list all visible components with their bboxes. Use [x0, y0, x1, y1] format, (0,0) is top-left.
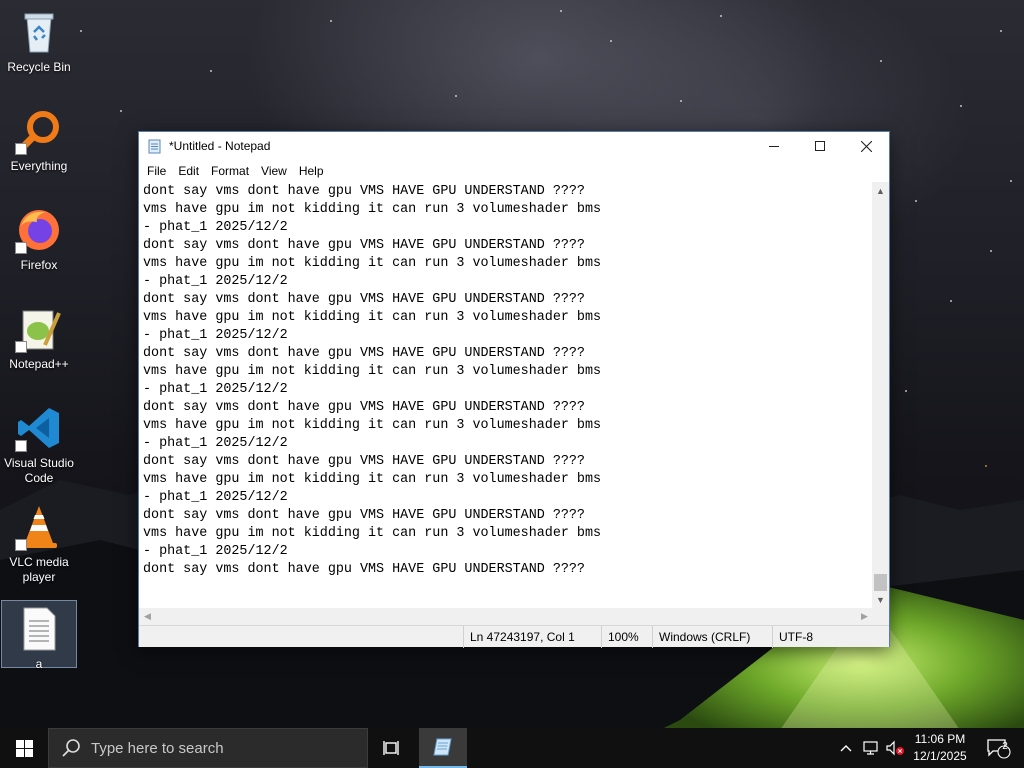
title-bar[interactable]: *Untitled - Notepad	[139, 132, 889, 160]
minimize-button[interactable]	[751, 132, 797, 160]
editor-line: dont say vms dont have gpu VMS HAVE GPU …	[143, 292, 585, 307]
scroll-right-arrow-icon[interactable]: ▶	[856, 608, 873, 625]
desktop-icon-notepadpp[interactable]: Notepad++	[2, 301, 76, 393]
clock-date: 12/1/2025	[913, 749, 967, 763]
shortcut-arrow-icon	[15, 341, 27, 353]
status-zoom: 100%	[601, 626, 652, 648]
text-editor-area[interactable]: dont say vms dont have gpu VMS HAVE GPU …	[139, 182, 873, 608]
scroll-up-arrow-icon[interactable]: ▲	[872, 182, 889, 199]
horizontal-scrollbar[interactable]: ◀ ▶	[139, 608, 873, 625]
menu-format[interactable]: Format	[205, 160, 255, 182]
volume-muted-icon	[886, 740, 904, 756]
menu-file[interactable]: File	[141, 160, 172, 182]
editor-line: dont say vms dont have gpu VMS HAVE GPU …	[143, 454, 585, 469]
shortcut-arrow-icon	[15, 143, 27, 155]
desktop-icon-recycle-bin[interactable]: Recycle Bin	[2, 4, 76, 96]
recycle-bin-icon	[15, 8, 63, 56]
text-file-icon	[15, 605, 63, 653]
desktop-icon-label: Visual Studio Code	[4, 456, 74, 485]
search-placeholder: Type here to search	[91, 739, 224, 757]
desktop-icon-label: a	[35, 657, 43, 671]
editor-line: - phat_1 2025/12/2	[143, 436, 288, 451]
vertical-scrollbar[interactable]: ▲ ▼	[872, 182, 889, 608]
editor-line: - phat_1 2025/12/2	[143, 274, 288, 289]
notepad-plus-plus-icon	[15, 305, 63, 353]
maximize-icon	[815, 141, 825, 151]
editor-line: vms have gpu im not kidding it can run 3…	[143, 256, 602, 271]
status-line-ending: Windows (CRLF)	[652, 626, 772, 648]
desktop-icon-label: Recycle Bin	[7, 60, 71, 74]
volume-button[interactable]	[884, 728, 906, 768]
editor-line: - phat_1 2025/12/2	[143, 490, 288, 505]
editor-line: vms have gpu im not kidding it can run 3…	[143, 310, 602, 325]
editor-line: - phat_1 2025/12/2	[143, 544, 288, 559]
vscode-icon	[15, 404, 63, 452]
status-cursor-position: Ln 47243197, Col 1	[463, 626, 601, 648]
network-icon	[863, 741, 878, 755]
desktop-icon-vscode[interactable]: Visual Studio Code	[2, 400, 76, 492]
editor-line: vms have gpu im not kidding it can run 3…	[143, 472, 602, 487]
menu-bar: File Edit Format View Help	[139, 160, 889, 182]
desktop-icon-everything[interactable]: Everything	[2, 103, 76, 195]
editor-line: dont say vms dont have gpu VMS HAVE GPU …	[143, 346, 585, 361]
scroll-left-arrow-icon[interactable]: ◀	[139, 608, 156, 625]
network-button[interactable]	[860, 728, 882, 768]
close-button[interactable]	[843, 132, 889, 160]
menu-view[interactable]: View	[255, 160, 293, 182]
editor-line: vms have gpu im not kidding it can run 3…	[143, 526, 602, 541]
status-bar: Ln 47243197, Col 1 100% Windows (CRLF) U…	[139, 625, 889, 648]
vertical-scroll-thumb[interactable]	[874, 574, 887, 591]
scroll-down-arrow-icon[interactable]: ▼	[872, 591, 889, 608]
menu-edit[interactable]: Edit	[172, 160, 205, 182]
desktop-icon-file-a[interactable]: a	[1, 600, 77, 671]
menu-help[interactable]: Help	[293, 160, 330, 182]
close-icon	[860, 140, 872, 152]
window-title: *Untitled - Notepad	[169, 139, 271, 153]
chevron-up-icon	[840, 745, 852, 752]
editor-line: dont say vms dont have gpu VMS HAVE GPU …	[143, 508, 585, 523]
editor-line: dont say vms dont have gpu VMS HAVE GPU …	[143, 562, 585, 577]
scrollbar-corner	[872, 608, 889, 625]
desktop-icon-label: Firefox	[20, 258, 58, 272]
taskbar: Type here to search 11:06 PM 12/1/2025 2	[0, 728, 1024, 768]
desktop-icon-firefox[interactable]: Firefox	[2, 202, 76, 294]
action-center-button[interactable]: 2	[978, 728, 1018, 768]
desktop-icon-label: VLC media player	[9, 555, 69, 584]
notepad-icon	[433, 738, 452, 756]
shortcut-arrow-icon	[15, 242, 27, 254]
task-view-icon	[383, 741, 399, 755]
desktop-icon-label: Everything	[10, 159, 68, 173]
shortcut-arrow-icon	[15, 539, 27, 551]
clock-time: 11:06 PM	[914, 732, 966, 746]
start-button[interactable]	[0, 728, 48, 768]
windows-logo-icon	[15, 739, 33, 757]
taskbar-search-box[interactable]: Type here to search	[48, 728, 368, 768]
editor-line: dont say vms dont have gpu VMS HAVE GPU …	[143, 184, 585, 199]
editor-line: dont say vms dont have gpu VMS HAVE GPU …	[143, 238, 585, 253]
notepad-icon	[148, 139, 161, 154]
search-icon	[62, 739, 80, 757]
editor-line: vms have gpu im not kidding it can run 3…	[143, 202, 602, 217]
taskbar-notepad-button[interactable]	[419, 728, 467, 768]
editor-line: vms have gpu im not kidding it can run 3…	[143, 418, 602, 433]
minimize-icon	[769, 146, 779, 147]
notepad-window[interactable]: *Untitled - Notepad File Edit Format Vie…	[138, 131, 890, 648]
task-view-button[interactable]	[368, 728, 416, 768]
everything-search-icon	[15, 107, 63, 155]
editor-line: dont say vms dont have gpu VMS HAVE GPU …	[143, 400, 585, 415]
editor-line: - phat_1 2025/12/2	[143, 220, 288, 235]
maximize-button[interactable]	[797, 132, 843, 160]
vlc-cone-icon	[15, 503, 63, 551]
system-clock[interactable]: 11:06 PM 12/1/2025	[905, 731, 975, 765]
editor-line: - phat_1 2025/12/2	[143, 382, 288, 397]
desktop-icon-label: Notepad++	[9, 357, 69, 371]
show-hidden-icons-button[interactable]	[836, 728, 856, 768]
editor-line: vms have gpu im not kidding it can run 3…	[143, 364, 602, 379]
shortcut-arrow-icon	[15, 440, 27, 452]
firefox-icon	[15, 206, 63, 254]
notification-count-badge: 2	[1002, 741, 1008, 752]
status-encoding: UTF-8	[772, 626, 889, 648]
desktop-icon-vlc[interactable]: VLC media player	[2, 499, 76, 591]
editor-line: - phat_1 2025/12/2	[143, 328, 288, 343]
